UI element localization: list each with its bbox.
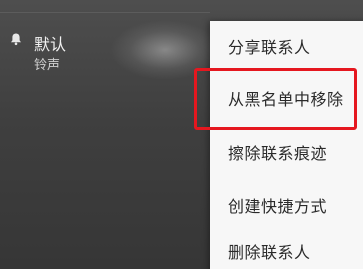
menu-item-create-shortcut[interactable]: 创建快捷方式 (210, 180, 363, 230)
section-divider (0, 12, 210, 13)
bell-icon (11, 33, 21, 46)
ringtone-setting-title[interactable]: 默认 (34, 31, 66, 55)
menu-item-delete-contact[interactable]: 删除联系人 (210, 226, 363, 269)
ringtone-setting-subtitle: 铃声 (34, 58, 61, 73)
menu-item-erase-contact-traces[interactable]: 擦除联系痕迹 (210, 127, 363, 177)
menu-item-label: 分享联系人 (228, 38, 311, 57)
contact-context-menu: 分享联系人 从黑名单中移除 擦除联系痕迹 创建快捷方式 删除联系人 (210, 21, 363, 269)
menu-item-share-contact[interactable]: 分享联系人 (210, 21, 363, 71)
highlight-annotation-box (194, 68, 357, 130)
menu-item-label: 删除联系人 (228, 243, 311, 262)
menu-item-label: 创建快捷方式 (228, 197, 328, 216)
menu-item-label: 擦除联系痕迹 (228, 144, 328, 163)
